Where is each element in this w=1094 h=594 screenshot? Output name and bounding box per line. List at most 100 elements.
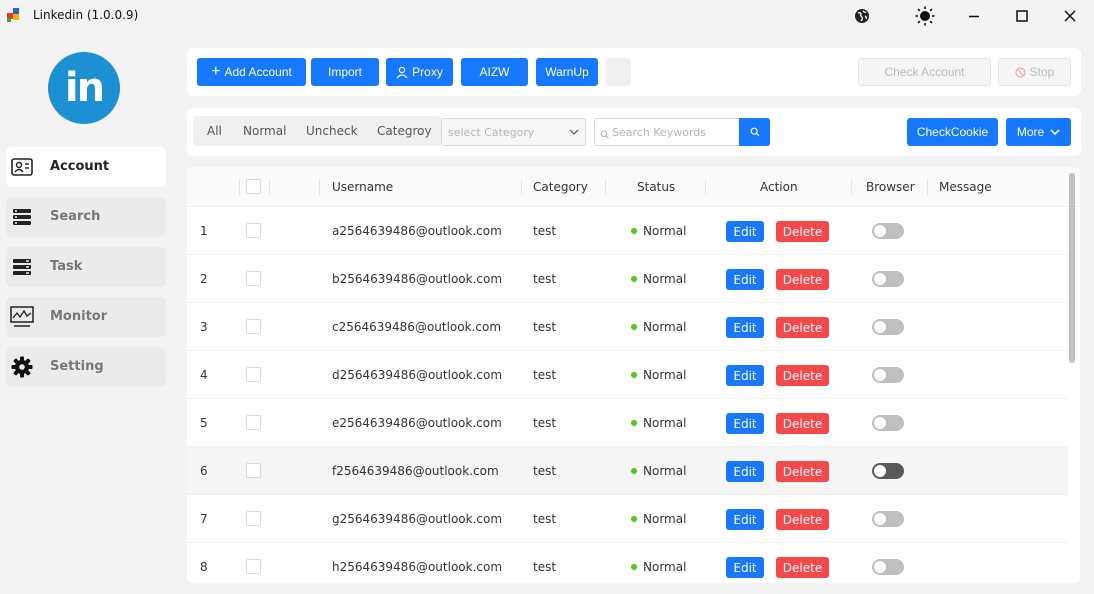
browser-toggle[interactable]	[872, 223, 904, 239]
row-checkbox[interactable]	[246, 271, 261, 286]
row-username: d2564639486@outlook.com	[332, 368, 503, 382]
column-divider	[239, 179, 240, 195]
search-button[interactable]	[739, 118, 770, 146]
delete-button[interactable]: Delete	[776, 221, 829, 242]
plus-icon: +	[211, 63, 221, 80]
theme-sun-icon[interactable]	[911, 4, 939, 28]
row-checkbox[interactable]	[246, 511, 261, 526]
delete-button[interactable]: Delete	[776, 317, 829, 338]
edit-button[interactable]: Edit	[726, 221, 764, 242]
edit-button[interactable]: Edit	[726, 413, 764, 434]
delete-button[interactable]: Delete	[776, 461, 829, 482]
row-status: Normal	[631, 512, 686, 526]
toggle-knob	[874, 417, 886, 429]
table-scrollbar[interactable]	[1069, 173, 1075, 363]
column-divider	[269, 179, 270, 195]
sidebar-item-setting[interactable]: Setting	[6, 347, 166, 387]
globe-icon[interactable]	[848, 4, 876, 28]
proxy-button[interactable]: Proxy	[386, 58, 453, 86]
header-browser: Browser	[866, 180, 915, 194]
title-bar: Linkedin (1.0.0.9)	[0, 0, 1094, 32]
check-account-button[interactable]: Check Account	[858, 58, 991, 86]
toggle-knob	[874, 273, 886, 285]
check-cookie-button[interactable]: CheckCookie	[907, 118, 998, 146]
row-username: g2564639486@outlook.com	[332, 512, 503, 526]
browser-toggle[interactable]	[872, 463, 904, 479]
import-button[interactable]: Import	[311, 58, 379, 86]
edit-button[interactable]: Edit	[726, 509, 764, 530]
table-row[interactable]: 3 c2564639486@outlook.com test Normal Ed…	[187, 303, 1068, 351]
edit-button[interactable]: Edit	[726, 269, 764, 290]
browser-toggle[interactable]	[872, 559, 904, 575]
edit-button[interactable]: Edit	[726, 317, 764, 338]
browser-toggle[interactable]	[872, 415, 904, 431]
add-account-button[interactable]: + Add Account	[197, 58, 306, 86]
header-message: Message	[939, 180, 992, 194]
status-dot	[631, 371, 637, 378]
filter-tab-category[interactable]: Categroy	[377, 124, 432, 138]
warnup-button[interactable]: WarnUp	[536, 58, 598, 86]
row-category: test	[533, 416, 557, 430]
table-row[interactable]: 7 g2564639486@outlook.com test Normal Ed…	[187, 495, 1068, 543]
app-icon	[7, 8, 21, 22]
status-dot	[631, 275, 637, 282]
browser-toggle[interactable]	[872, 367, 904, 383]
filter-tab-normal[interactable]: Normal	[243, 124, 286, 138]
search-list-icon	[10, 205, 34, 229]
task-list-icon	[10, 255, 34, 279]
row-checkbox[interactable]	[246, 463, 261, 478]
close-icon[interactable]	[1056, 4, 1084, 28]
row-status: Normal	[631, 560, 686, 574]
edit-button[interactable]: Edit	[726, 365, 764, 386]
sidebar-item-monitor[interactable]: Monitor	[6, 297, 166, 337]
table-row[interactable]: 6 f2564639486@outlook.com test Normal Ed…	[187, 447, 1068, 495]
filter-tab-all[interactable]: All	[207, 124, 222, 138]
row-checkbox[interactable]	[246, 559, 261, 574]
sidebar-item-label: Setting	[50, 359, 104, 374]
delete-button[interactable]: Delete	[776, 365, 829, 386]
delete-button[interactable]: Delete	[776, 413, 829, 434]
row-username: c2564639486@outlook.com	[332, 320, 502, 334]
delete-button[interactable]: Delete	[776, 269, 829, 290]
maximize-icon[interactable]	[1008, 4, 1036, 28]
aizw-button[interactable]: AIZW	[461, 58, 528, 86]
blank-button[interactable]	[606, 58, 631, 86]
row-index: 7	[200, 512, 208, 526]
sidebar-item-search[interactable]: Search	[6, 197, 166, 237]
sidebar-item-task[interactable]: Task	[6, 247, 166, 287]
table-row[interactable]: 8 h2564639486@outlook.com test Normal Ed…	[187, 543, 1068, 583]
row-category: test	[533, 224, 557, 238]
browser-toggle[interactable]	[872, 319, 904, 335]
sidebar-item-label: Monitor	[50, 309, 108, 324]
search-icon	[750, 127, 759, 137]
browser-toggle[interactable]	[872, 511, 904, 527]
more-dropdown-button[interactable]: More	[1006, 118, 1071, 146]
table-row[interactable]: 4 d2564639486@outlook.com test Normal Ed…	[187, 351, 1068, 399]
browser-toggle[interactable]	[872, 271, 904, 287]
chevron-down-icon	[1050, 129, 1060, 136]
delete-button[interactable]: Delete	[776, 509, 829, 530]
table-row[interactable]: 2 b2564639486@outlook.com test Normal Ed…	[187, 255, 1068, 303]
row-checkbox[interactable]	[246, 415, 261, 430]
row-checkbox[interactable]	[246, 367, 261, 382]
delete-button[interactable]: Delete	[776, 557, 829, 578]
row-category: test	[533, 464, 557, 478]
select-all-checkbox[interactable]	[246, 179, 261, 194]
table-row[interactable]: 5 e2564639486@outlook.com test Normal Ed…	[187, 399, 1068, 447]
edit-button[interactable]: Edit	[726, 461, 764, 482]
filter-tab-uncheck[interactable]: Uncheck	[306, 124, 358, 138]
row-status: Normal	[631, 416, 686, 430]
category-select[interactable]: select Category	[441, 118, 586, 146]
search-input[interactable]: Search Keywords	[594, 118, 770, 146]
minimize-icon[interactable]	[960, 4, 988, 28]
row-category: test	[533, 368, 557, 382]
header-category: Category	[533, 180, 588, 194]
table-row[interactable]: 1 a2564639486@outlook.com test Normal Ed…	[187, 207, 1068, 255]
row-checkbox[interactable]	[246, 319, 261, 334]
sidebar-item-account[interactable]: Account	[6, 147, 166, 187]
edit-button[interactable]: Edit	[726, 557, 764, 578]
row-checkbox[interactable]	[246, 223, 261, 238]
table-header: Username Category Status Action Browser …	[187, 167, 1080, 207]
stop-button[interactable]: Stop	[998, 58, 1071, 86]
row-username: b2564639486@outlook.com	[332, 272, 503, 286]
